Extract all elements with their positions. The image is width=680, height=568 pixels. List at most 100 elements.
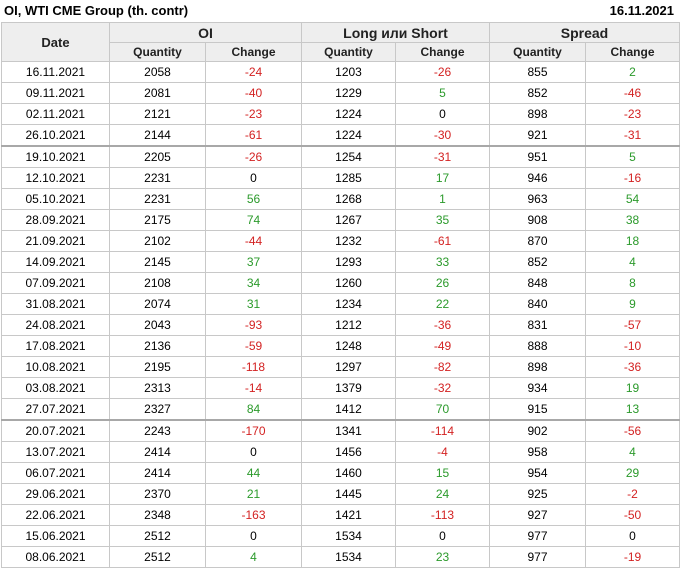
- table-row: 27.07.2021 2327 84 1412 70 915 13: [1, 398, 680, 421]
- spread-change-cell: -36: [585, 356, 680, 378]
- long-short-change-cell: 0: [395, 103, 490, 125]
- spread-quantity-cell: 852: [489, 82, 586, 104]
- long-short-change-header: Change: [395, 42, 490, 62]
- spread-quantity-cell: 915: [489, 398, 586, 421]
- date-cell: 29.06.2021: [1, 483, 110, 505]
- date-cell: 12.10.2021: [1, 167, 110, 189]
- long-short-change-cell: -36: [395, 314, 490, 336]
- oi-quantity-cell: 2370: [109, 483, 206, 505]
- oi-quantity-cell: 2512: [109, 546, 206, 568]
- long-short-change-cell: -31: [395, 145, 490, 168]
- long-short-quantity-cell: 1248: [301, 335, 396, 357]
- spread-quantity-cell: 898: [489, 356, 586, 378]
- spread-quantity-cell: 840: [489, 293, 586, 315]
- spread-quantity-cell: 848: [489, 272, 586, 294]
- spread-change-cell: -16: [585, 167, 680, 189]
- oi-quantity-cell: 2102: [109, 230, 206, 252]
- table-row: 06.07.2021 2414 44 1460 15 954 29: [1, 462, 680, 484]
- oi-quantity-cell: 2074: [109, 293, 206, 315]
- oi-quantity-cell: 2081: [109, 82, 206, 104]
- oi-quantity-cell: 2231: [109, 167, 206, 189]
- table-row: 12.10.2021 2231 0 1285 17 946 -16: [1, 167, 680, 189]
- spread-quantity-cell: 951: [489, 145, 586, 168]
- data-table: Date OI Long или Short Spread Quantity C…: [1, 22, 680, 568]
- long-short-change-cell: 24: [395, 483, 490, 505]
- spread-change-cell: 18: [585, 230, 680, 252]
- long-short-quantity-cell: 1341: [301, 419, 396, 442]
- long-short-change-cell: -61: [395, 230, 490, 252]
- long-short-change-cell: -113: [395, 504, 490, 526]
- spread-change-cell: 29: [585, 462, 680, 484]
- date-cell: 13.07.2021: [1, 441, 110, 463]
- spread-quantity-cell: 831: [489, 314, 586, 336]
- date-cell: 16.11.2021: [1, 61, 110, 83]
- table-row: 29.06.2021 2370 21 1445 24 925 -2: [1, 483, 680, 505]
- spread-quantity-cell: 925: [489, 483, 586, 505]
- date-cell: 21.09.2021: [1, 230, 110, 252]
- oi-quantity-cell: 2195: [109, 356, 206, 378]
- spread-quantity-header: Quantity: [489, 42, 586, 62]
- date-cell: 14.09.2021: [1, 251, 110, 273]
- long-short-quantity-cell: 1268: [301, 188, 396, 210]
- long-short-quantity-cell: 1534: [301, 525, 396, 547]
- spread-change-cell: 13: [585, 398, 680, 421]
- long-short-quantity-cell: 1534: [301, 546, 396, 568]
- spread-change-cell: -23: [585, 103, 680, 125]
- oi-quantity-cell: 2414: [109, 441, 206, 463]
- spread-change-cell: 38: [585, 209, 680, 231]
- oi-quantity-cell: 2144: [109, 124, 206, 147]
- table-row: 09.11.2021 2081 -40 1229 5 852 -46: [1, 82, 680, 104]
- oi-change-cell: -170: [205, 419, 302, 442]
- spread-quantity-cell: 954: [489, 462, 586, 484]
- table-row: 14.09.2021 2145 37 1293 33 852 4: [1, 251, 680, 273]
- table-row: 24.08.2021 2043 -93 1212 -36 831 -57: [1, 314, 680, 336]
- oi-quantity-cell: 2231: [109, 188, 206, 210]
- table-row: 31.08.2021 2074 31 1234 22 840 9: [1, 293, 680, 315]
- spread-quantity-cell: 946: [489, 167, 586, 189]
- oi-change-cell: 37: [205, 251, 302, 273]
- spread-quantity-cell: 855: [489, 61, 586, 83]
- spread-change-cell: -2: [585, 483, 680, 505]
- spread-quantity-cell: 977: [489, 525, 586, 547]
- spread-quantity-cell: 852: [489, 251, 586, 273]
- table-row: 28.09.2021 2175 74 1267 35 908 38: [1, 209, 680, 231]
- spread-quantity-cell: 898: [489, 103, 586, 125]
- spread-quantity-cell: 902: [489, 419, 586, 442]
- oi-quantity-cell: 2043: [109, 314, 206, 336]
- date-cell: 22.06.2021: [1, 504, 110, 526]
- spread-quantity-cell: 963: [489, 188, 586, 210]
- oi-change-cell: 4: [205, 546, 302, 568]
- oi-change-cell: -93: [205, 314, 302, 336]
- title-bar: OI, WTI CME Group (th. contr) 16.11.2021: [0, 0, 680, 22]
- group-header-spread: Spread: [489, 22, 680, 43]
- group-header-oi: OI: [109, 22, 302, 43]
- oi-quantity-cell: 2058: [109, 61, 206, 83]
- long-short-quantity-cell: 1460: [301, 462, 396, 484]
- spread-change-cell: -50: [585, 504, 680, 526]
- date-cell: 02.11.2021: [1, 103, 110, 125]
- long-short-change-cell: -32: [395, 377, 490, 399]
- oi-quantity-cell: 2175: [109, 209, 206, 231]
- long-short-quantity-cell: 1234: [301, 293, 396, 315]
- date-cell: 10.08.2021: [1, 356, 110, 378]
- oi-change-cell: -59: [205, 335, 302, 357]
- oi-quantity-cell: 2313: [109, 377, 206, 399]
- long-short-quantity-cell: 1285: [301, 167, 396, 189]
- oi-change-cell: 0: [205, 525, 302, 547]
- spread-quantity-cell: 870: [489, 230, 586, 252]
- date-cell: 15.06.2021: [1, 525, 110, 547]
- table-row: 19.10.2021 2205 -26 1254 -31 951 5: [1, 145, 680, 168]
- long-short-quantity-header: Quantity: [301, 42, 396, 62]
- spread-change-cell: 5: [585, 145, 680, 168]
- long-short-change-cell: 22: [395, 293, 490, 315]
- long-short-quantity-cell: 1445: [301, 483, 396, 505]
- long-short-quantity-cell: 1456: [301, 441, 396, 463]
- long-short-change-cell: -49: [395, 335, 490, 357]
- oi-change-cell: -26: [205, 145, 302, 168]
- long-short-change-cell: 15: [395, 462, 490, 484]
- spread-change-cell: 4: [585, 441, 680, 463]
- spread-quantity-cell: 934: [489, 377, 586, 399]
- long-short-quantity-cell: 1203: [301, 61, 396, 83]
- long-short-quantity-cell: 1232: [301, 230, 396, 252]
- long-short-quantity-cell: 1297: [301, 356, 396, 378]
